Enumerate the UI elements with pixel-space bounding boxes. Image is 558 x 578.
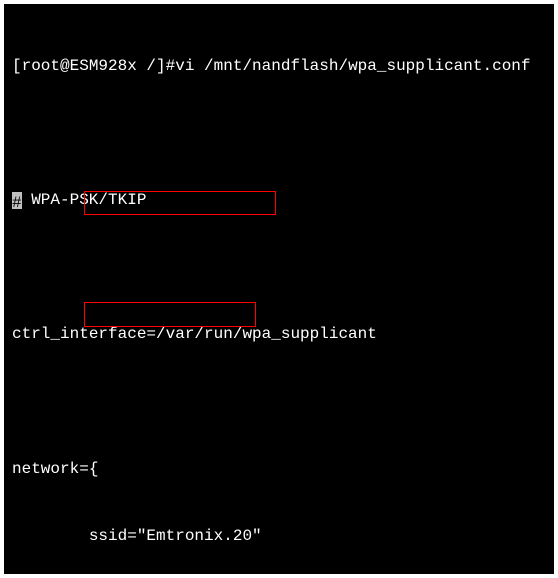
- blank-line: [12, 391, 546, 413]
- file-line-1-rest: WPA-PSK/TKIP: [22, 191, 147, 209]
- terminal-window[interactable]: [root@ESM928x /]#vi /mnt/nandflash/wpa_s…: [4, 4, 554, 574]
- cursor-block: #: [12, 192, 22, 210]
- blank-line: [12, 122, 546, 144]
- prompt-user-host: [root@ESM928x /]#: [12, 57, 175, 75]
- prompt-line: [root@ESM928x /]#vi /mnt/nandflash/wpa_s…: [12, 55, 546, 77]
- prompt-command: vi /mnt/nandflash/wpa_supplicant.conf: [175, 57, 530, 75]
- file-line-network-open: network={: [12, 458, 546, 480]
- file-line-ssid: ssid="Emtronix.20": [12, 525, 546, 547]
- blank-line: [12, 256, 546, 278]
- file-line-ctrl-interface: ctrl_interface=/var/run/wpa_supplicant: [12, 323, 546, 345]
- cursor-line: # WPA-PSK/TKIP: [12, 189, 546, 211]
